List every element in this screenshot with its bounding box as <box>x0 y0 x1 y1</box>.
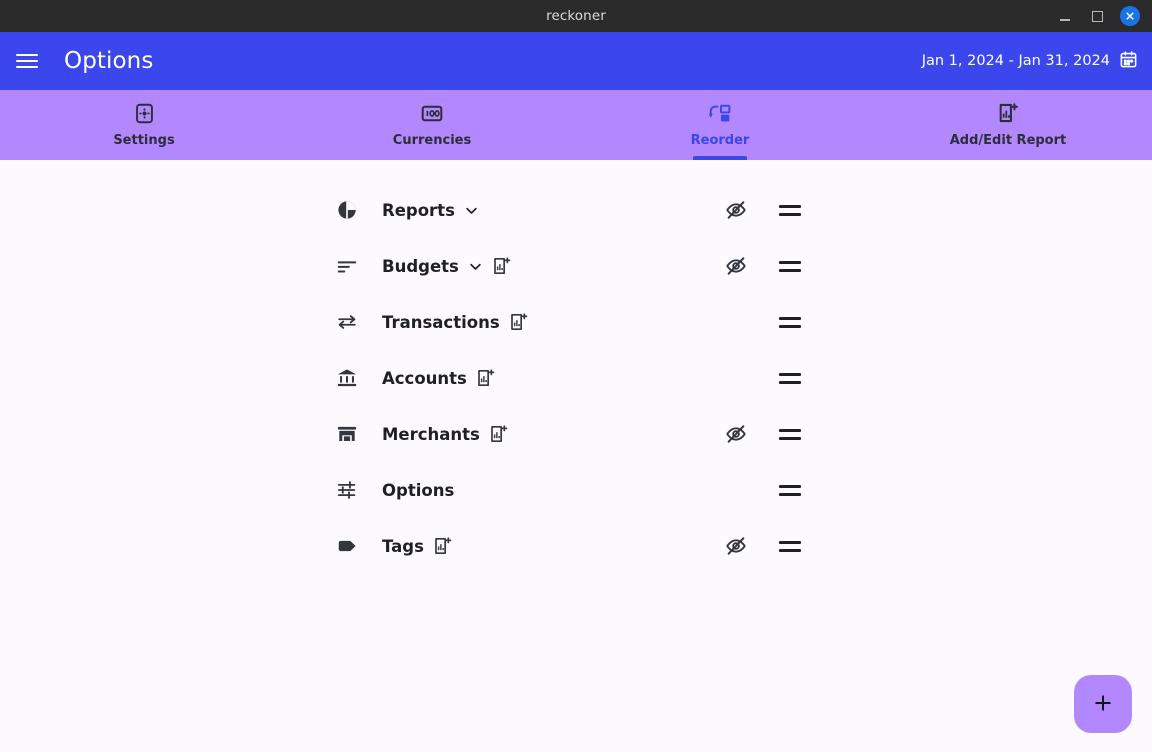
window-titlebar: reckoner × <box>0 0 1152 32</box>
minimize-button[interactable] <box>1056 7 1074 25</box>
list-item-main: Merchants <box>382 424 708 444</box>
banknote-100-icon <box>421 102 443 124</box>
bank-icon <box>336 367 382 389</box>
content-area: Reports Budgets Transactions Accounts Me… <box>0 160 1152 752</box>
list-item-actions <box>708 372 816 384</box>
list-item-main: Options <box>382 481 708 500</box>
list-item[interactable]: Accounts <box>336 350 816 406</box>
window-title: reckoner <box>546 8 606 24</box>
list-item[interactable]: Budgets <box>336 238 816 294</box>
plus-icon <box>1092 692 1114 717</box>
reorder-icon <box>708 102 732 124</box>
tab-bar: Settings Currencies Reorder Add/Edit Rep… <box>0 90 1152 160</box>
drag-handle-icon[interactable] <box>764 540 816 552</box>
add-report-icon[interactable] <box>509 312 529 332</box>
drag-handle-icon[interactable] <box>764 316 816 328</box>
add-report-icon[interactable] <box>492 256 512 276</box>
tab-add-edit-report-label: Add/Edit Report <box>949 133 1067 148</box>
drag-handle-icon[interactable] <box>764 204 816 216</box>
app-bar: Options Jan 1, 2024 - Jan 31, 2024 <box>0 32 1152 90</box>
storefront-icon <box>336 423 382 445</box>
date-range-label: Jan 1, 2024 - Jan 31, 2024 <box>921 53 1110 69</box>
list-item-label: Budgets <box>382 256 459 276</box>
list-item-main: Tags <box>382 536 708 556</box>
chevron-down-icon[interactable] <box>464 203 479 218</box>
add-report-icon[interactable] <box>489 424 509 444</box>
chevron-down-icon[interactable] <box>468 259 483 274</box>
tune-sliders-icon <box>336 479 382 501</box>
eye-off-icon[interactable] <box>708 423 764 445</box>
eye-off-icon[interactable] <box>708 255 764 277</box>
tag-icon <box>336 535 382 557</box>
date-range-selector[interactable]: Jan 1, 2024 - Jan 31, 2024 <box>922 50 1138 73</box>
list-item-actions <box>708 484 816 496</box>
tab-reorder-label: Reorder <box>690 133 750 148</box>
transfer-icon <box>336 311 382 333</box>
list-item-label: Accounts <box>382 368 467 388</box>
tab-settings-label: Settings <box>113 133 175 148</box>
list-item-actions <box>708 316 816 328</box>
list-item[interactable]: Tags <box>336 518 816 574</box>
list-item-main: Accounts <box>382 368 708 388</box>
list-item-label: Transactions <box>382 312 500 332</box>
list-item[interactable]: Reports <box>336 182 816 238</box>
list-item-actions <box>708 255 816 277</box>
list-item[interactable]: Merchants <box>336 406 816 462</box>
drag-handle-icon[interactable] <box>764 428 816 440</box>
list-item-main: Reports <box>382 201 708 220</box>
reorder-list: Reports Budgets Transactions Accounts Me… <box>336 182 816 574</box>
drag-handle-icon[interactable] <box>764 484 816 496</box>
tab-add-edit-report[interactable]: Add/Edit Report <box>864 90 1152 160</box>
list-item-label: Tags <box>382 536 424 556</box>
settings-gear-icon <box>134 102 155 124</box>
eye-off-icon[interactable] <box>708 199 764 221</box>
list-item-actions <box>708 199 816 221</box>
list-item-label: Reports <box>382 200 455 220</box>
list-item[interactable]: Options <box>336 462 816 518</box>
sort-bars-icon <box>336 255 382 277</box>
window-controls: × <box>1056 6 1152 26</box>
maximize-button[interactable] <box>1088 7 1106 25</box>
add-report-icon[interactable] <box>476 368 496 388</box>
add-report-icon[interactable] <box>433 536 453 556</box>
tab-reorder[interactable]: Reorder <box>576 90 864 160</box>
list-item-main: Transactions <box>382 312 708 332</box>
list-item-main: Budgets <box>382 256 708 276</box>
list-item-actions <box>708 423 816 445</box>
drag-handle-icon[interactable] <box>764 372 816 384</box>
drag-handle-icon[interactable] <box>764 260 816 272</box>
list-item[interactable]: Transactions <box>336 294 816 350</box>
add-floating-action-button[interactable] <box>1074 675 1132 733</box>
list-item-label: Merchants <box>382 424 480 444</box>
list-item-label: Options <box>382 480 455 500</box>
hamburger-menu-icon[interactable] <box>16 48 42 74</box>
calendar-icon <box>1119 50 1138 73</box>
tab-settings[interactable]: Settings <box>0 90 288 160</box>
close-button[interactable]: × <box>1120 6 1140 26</box>
tab-currencies-label: Currencies <box>392 133 472 148</box>
list-item-actions <box>708 535 816 557</box>
eye-off-icon[interactable] <box>708 535 764 557</box>
pie-chart-icon <box>336 199 382 221</box>
add-report-icon <box>997 102 1019 124</box>
page-title: Options <box>64 48 154 74</box>
tab-currencies[interactable]: Currencies <box>288 90 576 160</box>
